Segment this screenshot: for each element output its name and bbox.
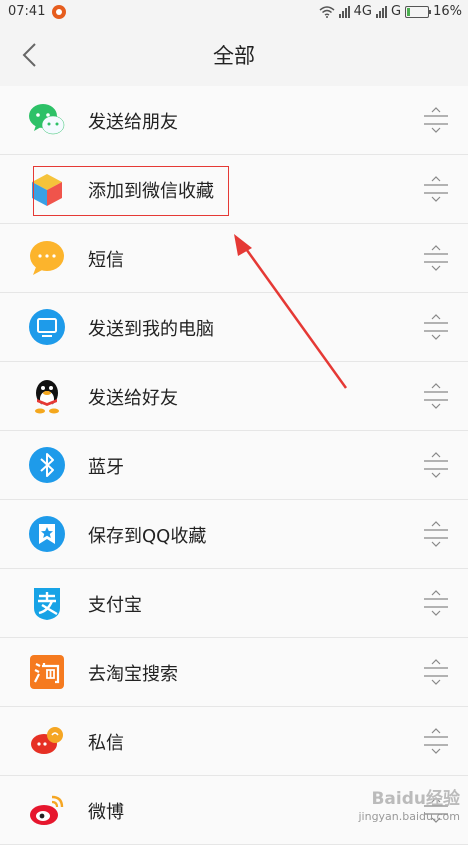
top-bar: 全部 xyxy=(0,24,468,87)
computer-icon xyxy=(29,309,65,345)
list-item-taobao-search[interactable]: 去淘宝搜索 xyxy=(0,638,468,707)
list-item-label: 支付宝 xyxy=(88,595,142,616)
list-item-bluetooth[interactable]: 蓝牙 xyxy=(0,431,468,500)
watermark-url: jingyan.baidu.com xyxy=(358,809,460,823)
sms-icon xyxy=(30,241,64,275)
list-item-send-to-computer[interactable]: 发送到我的电脑 xyxy=(0,293,468,362)
drag-handle-icon[interactable] xyxy=(422,244,450,272)
wifi-icon xyxy=(319,5,335,18)
status-time: 07:41 xyxy=(8,4,46,19)
list-item-alipay[interactable]: 支付宝 xyxy=(0,569,468,638)
notification-app-icon xyxy=(52,5,66,19)
list-item-label: 发送给好友 xyxy=(88,388,178,409)
taobao-icon xyxy=(30,655,64,689)
weibo-icon xyxy=(30,795,64,825)
list-item-send-to-qq-friend[interactable]: 发送给好友 xyxy=(0,362,468,431)
drag-handle-icon[interactable] xyxy=(422,382,450,410)
wechat-icon xyxy=(29,104,65,135)
annotation-highlight-box xyxy=(33,166,229,216)
battery-percent: 16% xyxy=(433,4,462,19)
list-item-label: 发送到我的电脑 xyxy=(88,319,214,340)
list-item-label: 私信 xyxy=(88,733,124,754)
watermark: Baidu经验 jingyan.baidu.com xyxy=(358,789,460,823)
signal-icon-2 xyxy=(376,5,388,18)
drag-handle-icon[interactable] xyxy=(422,520,450,548)
list-item-label: 发送给朋友 xyxy=(88,112,178,133)
drag-handle-icon[interactable] xyxy=(422,727,450,755)
alipay-icon xyxy=(34,588,60,620)
list-item-send-to-friend[interactable]: 发送给朋友 xyxy=(0,86,468,155)
battery-icon xyxy=(405,5,432,18)
network-type-2: G xyxy=(391,4,402,19)
qq-penguin-icon xyxy=(35,380,59,414)
bluetooth-icon xyxy=(29,447,65,483)
list-item-label: 保存到QQ收藏 xyxy=(88,526,207,547)
drag-handle-icon[interactable] xyxy=(422,589,450,617)
list-item-label: 微博 xyxy=(88,802,124,823)
drag-handle-icon[interactable] xyxy=(422,106,450,134)
drag-handle-icon[interactable] xyxy=(422,313,450,341)
network-type: 4G xyxy=(353,4,373,19)
watermark-brand: Baidu经验 xyxy=(371,789,460,810)
list-item-save-to-qq-favorites[interactable]: 保存到QQ收藏 xyxy=(0,500,468,569)
list-item-sms[interactable]: 短信 xyxy=(0,224,468,293)
status-bar: 07:41 4G G 16% xyxy=(0,0,468,24)
page-title: 全部 xyxy=(213,44,255,68)
drag-handle-icon[interactable] xyxy=(422,175,450,203)
drag-handle-icon[interactable] xyxy=(422,451,450,479)
qq-favorites-icon xyxy=(29,516,65,552)
list-item-private-message[interactable]: 私信 xyxy=(0,707,468,776)
list-item-label: 短信 xyxy=(88,250,124,271)
private-message-icon xyxy=(31,727,63,754)
list-item-label: 蓝牙 xyxy=(88,457,124,478)
signal-icon xyxy=(338,5,350,18)
drag-handle-icon[interactable] xyxy=(422,658,450,686)
list-item-label: 去淘宝搜索 xyxy=(88,664,178,685)
status-indicators: 4G G 16% xyxy=(319,4,462,19)
